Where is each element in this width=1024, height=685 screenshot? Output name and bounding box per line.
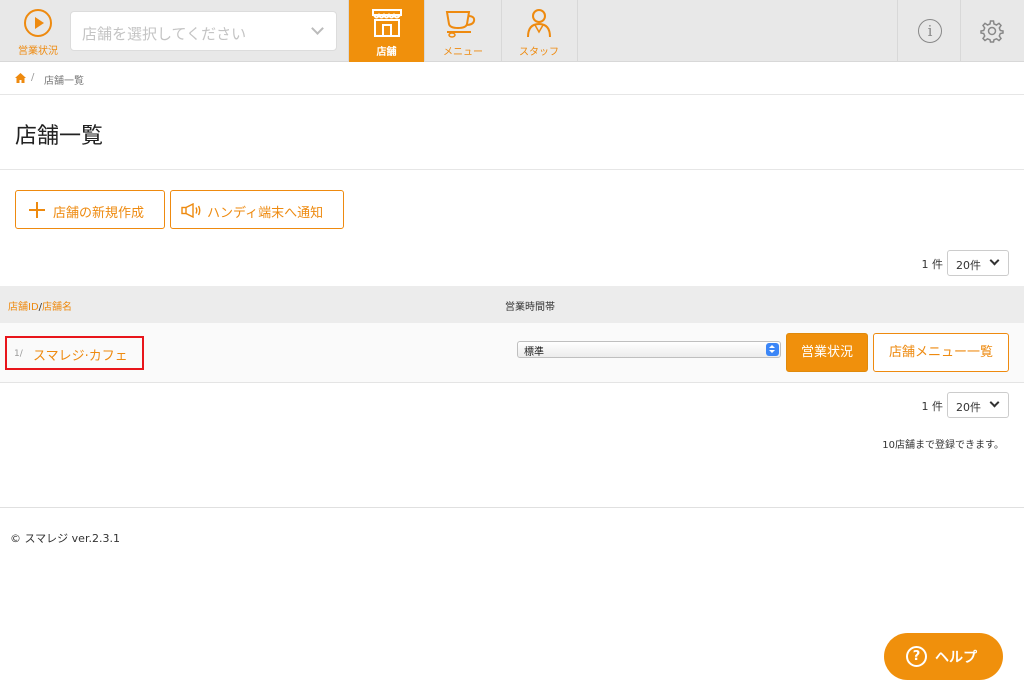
- per-page-value: 20件: [956, 259, 981, 272]
- question-circle-icon: ?: [906, 646, 927, 667]
- select-arrows-icon: [766, 343, 779, 356]
- home-icon[interactable]: [15, 73, 26, 83]
- table-row: 1/ スマレジ·カフェ 標準 営業状況 店舗メニュー一覧: [0, 323, 1024, 383]
- info-button[interactable]: i: [897, 0, 960, 62]
- gear-icon: [980, 20, 1004, 43]
- tab-store[interactable]: 店舗: [348, 0, 425, 62]
- business-status-label: 営業状況: [18, 46, 58, 57]
- table-header: 店舗ID/店舗名 営業時間帯: [0, 286, 1024, 323]
- settings-button[interactable]: [960, 0, 1023, 62]
- tab-menu[interactable]: メニュー: [425, 0, 502, 62]
- result-count: 1 件: [921, 258, 944, 271]
- coffee-cup-icon: [445, 11, 476, 38]
- megaphone-icon: [181, 203, 201, 218]
- tab-staff[interactable]: スタッフ: [501, 0, 578, 62]
- per-page-value-bottom: 20件: [956, 401, 981, 414]
- footer-divider: [0, 507, 1024, 508]
- plus-icon-vertical: [36, 202, 38, 218]
- tab-menu-label: メニュー: [443, 47, 483, 58]
- business-status-button[interactable]: 営業状況: [786, 333, 868, 372]
- store-name-link[interactable]: スマレジ·カフェ: [33, 345, 128, 364]
- help-label: ヘルプ: [935, 650, 977, 666]
- business-status-nav[interactable]: 営業状況: [0, 0, 70, 62]
- top-header: 営業状況 店舗を選択してください 店舗 メニュー スタッフ i: [0, 0, 1024, 62]
- copyright: © スマレジ ver.2.3.1: [10, 532, 120, 545]
- pager-top: 1 件 20件: [809, 250, 1009, 276]
- info-icon: i: [918, 19, 942, 43]
- store-select-dropdown[interactable]: 店舗を選択してください: [70, 11, 337, 51]
- per-page-select-bottom[interactable]: 20件: [947, 392, 1009, 418]
- store-id-name-cell: 1/ スマレジ·カフェ: [5, 336, 144, 370]
- person-icon: [527, 9, 551, 38]
- pager-bottom: 1 件 20件: [809, 392, 1009, 418]
- page-title: 店舗一覧: [15, 124, 104, 149]
- breadcrumb: / 店舗一覧: [0, 62, 1024, 95]
- business-hours-select[interactable]: 標準: [517, 341, 781, 358]
- tab-store-label: 店舗: [376, 47, 397, 58]
- column-header-hours: 営業時間帯: [505, 302, 555, 313]
- store-select-placeholder: 店舗を選択してください: [82, 25, 247, 43]
- store-limit-note: 10店舗まで登録できます。: [882, 440, 1004, 451]
- help-button[interactable]: ? ヘルプ: [884, 633, 1003, 680]
- create-store-label: 店舗の新規作成: [53, 205, 145, 220]
- per-page-select[interactable]: 20件: [947, 250, 1009, 276]
- column-header-store-name[interactable]: 店舗名: [42, 302, 72, 313]
- divider: [0, 169, 1024, 170]
- store-id: 1/: [14, 349, 23, 359]
- breadcrumb-current: 店舗一覧: [44, 76, 84, 87]
- play-circle-icon: [24, 9, 52, 37]
- chevron-down-icon: [989, 397, 1000, 408]
- result-count-bottom: 1 件: [921, 400, 944, 413]
- column-header-store-id[interactable]: 店舗ID: [8, 302, 39, 313]
- tab-staff-label: スタッフ: [519, 47, 559, 58]
- notify-handy-label: ハンディ端末へ通知: [207, 205, 324, 220]
- business-hours-value: 標準: [524, 347, 544, 358]
- column-header-store: 店舗ID/店舗名: [8, 298, 72, 313]
- storefront-icon: [371, 9, 402, 37]
- store-menu-list-button[interactable]: 店舗メニュー一覧: [873, 333, 1009, 372]
- chevron-down-icon: [989, 255, 1000, 266]
- breadcrumb-separator: /: [31, 72, 35, 83]
- create-store-button[interactable]: 店舗の新規作成: [15, 190, 165, 229]
- chevron-down-icon: [311, 22, 324, 35]
- notify-handy-button[interactable]: ハンディ端末へ通知: [170, 190, 344, 229]
